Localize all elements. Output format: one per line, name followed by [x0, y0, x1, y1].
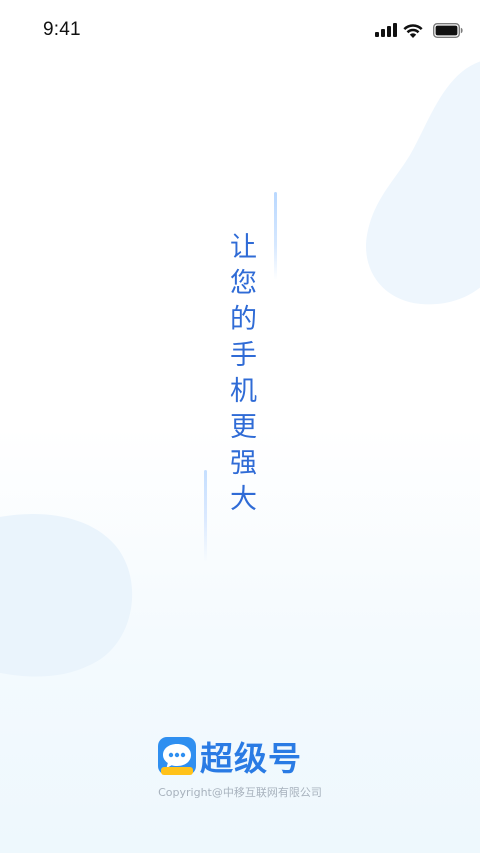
brand-name: 超级号 — [200, 739, 302, 778]
splash-screen: 9:41 让您的手机更强大 超级号 Copyright@中移互联网有限公司 — [0, 0, 480, 853]
chat-bubble-icon — [158, 737, 196, 775]
status-bar: 9:41 — [0, 0, 480, 60]
brand-logo: 超级号 — [158, 736, 302, 778]
slogan-text: 让您的手机更强大 — [225, 232, 256, 520]
background-blob-top — [366, 61, 480, 305]
wifi-icon — [403, 23, 423, 38]
cellular-signal-icon — [375, 23, 397, 37]
accent-line-top — [274, 192, 277, 280]
status-time: 9:41 — [43, 19, 81, 40]
battery-icon — [433, 22, 463, 38]
background-blob-bottom — [0, 514, 133, 677]
copyright-text: Copyright@中移互联网有限公司 — [158, 786, 322, 799]
accent-line-bottom — [204, 470, 207, 562]
status-icons — [375, 21, 463, 39]
